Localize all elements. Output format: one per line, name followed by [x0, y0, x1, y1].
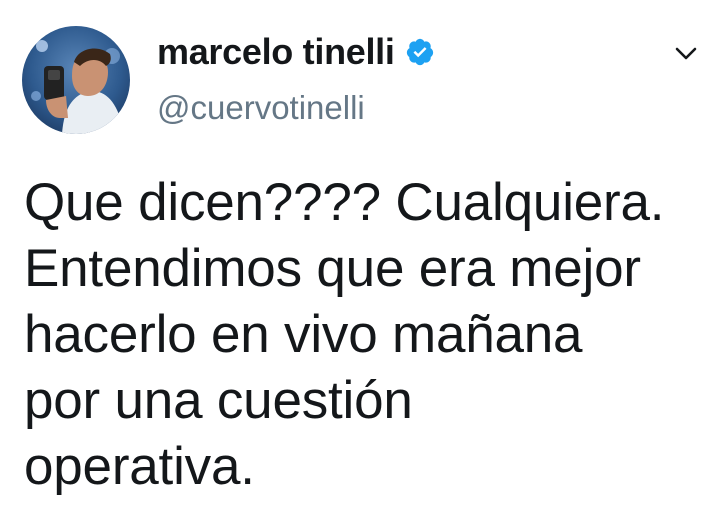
tweet-card: marcelo tinelli @cuervotinelli Que dicen…	[0, 0, 720, 527]
author-handle[interactable]: @cuervotinelli	[157, 88, 435, 128]
chevron-down-icon	[675, 47, 697, 60]
author-avatar[interactable]	[22, 26, 130, 134]
display-name-row: marcelo tinelli	[157, 30, 435, 74]
verified-badge-icon	[405, 37, 435, 67]
author-display-name[interactable]: marcelo tinelli	[157, 30, 395, 74]
avatar-photo	[22, 26, 130, 134]
tweet-text: Que dicen???? Cualquiera. Entendimos que…	[24, 173, 665, 496]
author-info: marcelo tinelli @cuervotinelli	[157, 30, 435, 128]
tweet-menu-button[interactable]	[668, 38, 704, 70]
